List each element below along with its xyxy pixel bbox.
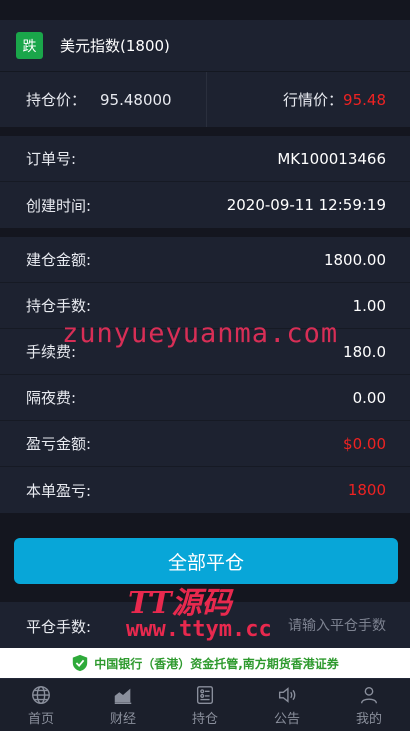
shield-check-icon (71, 654, 89, 672)
globe-icon (32, 685, 50, 704)
price-row: 持仓价： 95.48000 行情价： 95.48 (0, 72, 410, 127)
detail-label: 隔夜费: (26, 389, 77, 407)
detail-value: 1800.00 (323, 250, 386, 269)
tab-label: 财经 (109, 711, 136, 727)
detail-row: 盈亏金额: $0.00 (0, 421, 410, 467)
tab-profile[interactable]: 我的 (328, 679, 410, 731)
detail-row: 隔夜费: 0.00 (0, 375, 410, 421)
order-number-row: 订单号: MK100013466 (0, 136, 410, 182)
order-number-value: MK100013466 (277, 149, 386, 168)
detail-label: 持仓手数: (26, 297, 92, 315)
tab-label: 公告 (273, 711, 300, 727)
market-price-cell: 行情价： 95.48 (207, 72, 410, 127)
direction-badge: 跌 (16, 32, 43, 59)
tab-announcement[interactable]: 公告 (246, 679, 328, 731)
tab-finance[interactable]: 财经 (82, 679, 164, 731)
detail-row: 建仓金额: 1800.00 (0, 237, 410, 283)
section-separator (0, 127, 410, 136)
market-price-label: 行情价： (283, 91, 344, 109)
detail-row: 本单盈亏: 1800 (0, 467, 410, 513)
hold-price-value: 95.48000 (100, 90, 172, 109)
tab-position[interactable]: 持仓 (164, 679, 246, 731)
top-spacer (0, 0, 410, 20)
tab-label: 我的 (355, 711, 382, 727)
hold-price-label: 持仓价： (26, 91, 87, 109)
product-title-row: 跌 美元指数(1800) (0, 20, 410, 72)
chart-icon (114, 688, 132, 704)
detail-label: 手续费: (26, 343, 77, 361)
close-quantity-input[interactable] (226, 618, 386, 634)
detail-value: 1.00 (352, 296, 386, 315)
detail-value: 1800 (347, 481, 386, 499)
detail-value: 180.0 (343, 342, 386, 361)
detail-row: 持仓手数: 1.00 (0, 283, 410, 329)
tab-home[interactable]: 首页 (0, 679, 82, 731)
order-number-label: 订单号: (26, 150, 77, 168)
tab-label: 持仓 (191, 711, 218, 727)
order-info: 订单号: MK100013466 创建时间: 2020-09-11 12:59:… (0, 136, 410, 228)
detail-row: 手续费: 180.0 (0, 329, 410, 375)
close-all-button[interactable]: 全部平仓 (14, 538, 398, 584)
speaker-icon (278, 686, 296, 703)
detail-value: 0.00 (352, 388, 386, 407)
position-icon (196, 685, 214, 704)
detail-value: $0.00 (343, 434, 386, 453)
detail-label: 本单盈亏: (26, 481, 92, 500)
market-price-value: 95.48 (343, 90, 386, 109)
detail-label: 盈亏金额: (26, 435, 92, 453)
bottom-tab-bar: 首页 财经 持仓 公告 我的 (0, 678, 410, 731)
created-time-value: 2020-09-11 12:59:19 (226, 196, 386, 214)
detail-label: 建仓金额: (26, 251, 92, 269)
section-separator (0, 228, 410, 237)
close-quantity-label: 平仓手数: (26, 617, 92, 636)
custody-notice-text: 中国银行（香港）资金托管,南方期货香港证券 (94, 656, 339, 671)
position-details: 建仓金额: 1800.00 持仓手数: 1.00 手续费: 180.0 隔夜费:… (0, 237, 410, 513)
created-time-row: 创建时间: 2020-09-11 12:59:19 (0, 182, 410, 228)
created-time-label: 创建时间: (26, 196, 92, 215)
product-title: 美元指数(1800) (60, 37, 170, 55)
user-icon (360, 686, 378, 703)
product-header: 跌 美元指数(1800) 持仓价： 95.48000 行情价： 95.48 (0, 20, 410, 127)
close-quantity-row: 平仓手数: (0, 602, 410, 650)
hold-price-cell: 持仓价： 95.48000 (0, 72, 207, 127)
close-all-wrapper: 全部平仓 (0, 513, 410, 602)
tab-label: 首页 (27, 711, 54, 727)
custody-notice: 中国银行（香港）资金托管,南方期货香港证券 (0, 648, 410, 678)
